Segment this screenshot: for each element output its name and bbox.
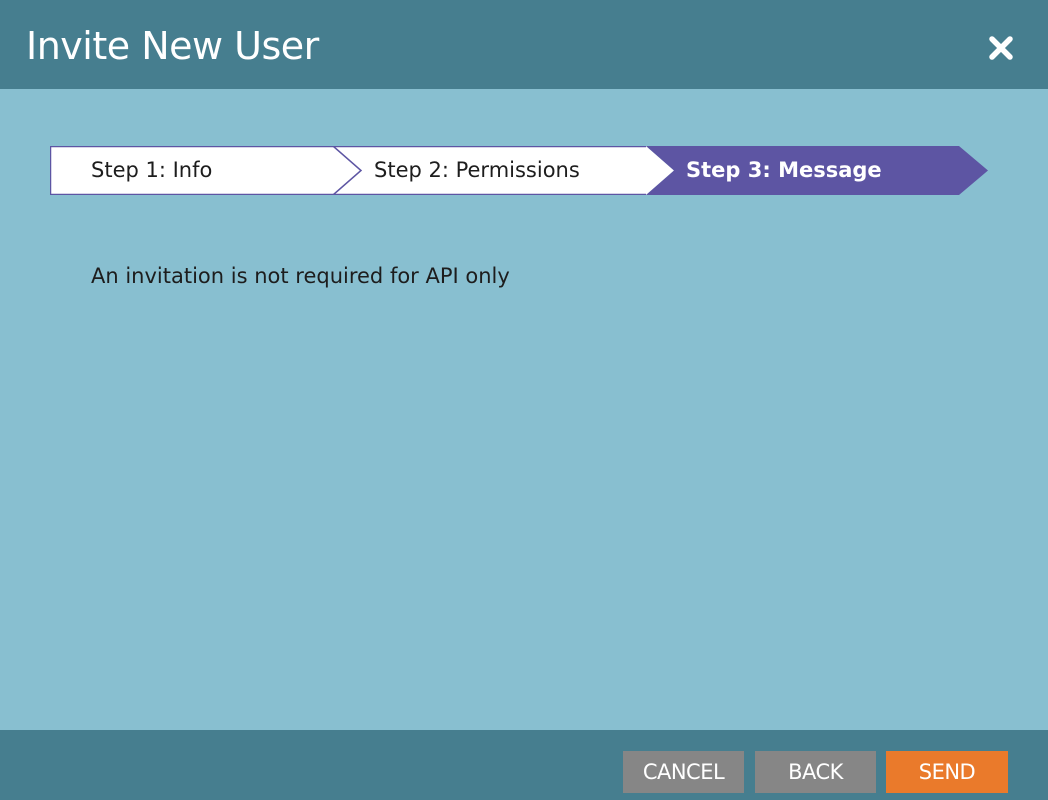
dialog-footer: CANCEL BACK SEND: [0, 730, 1048, 800]
step-label: Step 3: Message: [686, 158, 882, 182]
cancel-button[interactable]: CANCEL: [623, 751, 744, 793]
invite-user-dialog: Invite New User Step 1: Info Step 2: Per…: [0, 0, 1048, 800]
dialog-title: Invite New User: [26, 24, 319, 68]
close-icon[interactable]: [984, 31, 1018, 65]
step-2-permissions[interactable]: Step 2: Permissions: [350, 146, 660, 195]
send-button[interactable]: SEND: [886, 751, 1008, 793]
wizard-stepper: Step 1: Info Step 2: Permissions Step 3:…: [50, 146, 990, 195]
back-button[interactable]: BACK: [755, 751, 876, 793]
step-label: Step 2: Permissions: [374, 158, 580, 182]
step-3-message[interactable]: Step 3: Message: [660, 146, 988, 195]
step-label: Step 1: Info: [91, 158, 213, 182]
api-only-message: An invitation is not required for API on…: [91, 264, 510, 288]
dialog-header: Invite New User: [0, 0, 1048, 89]
step-1-info[interactable]: Step 1: Info: [50, 146, 350, 195]
